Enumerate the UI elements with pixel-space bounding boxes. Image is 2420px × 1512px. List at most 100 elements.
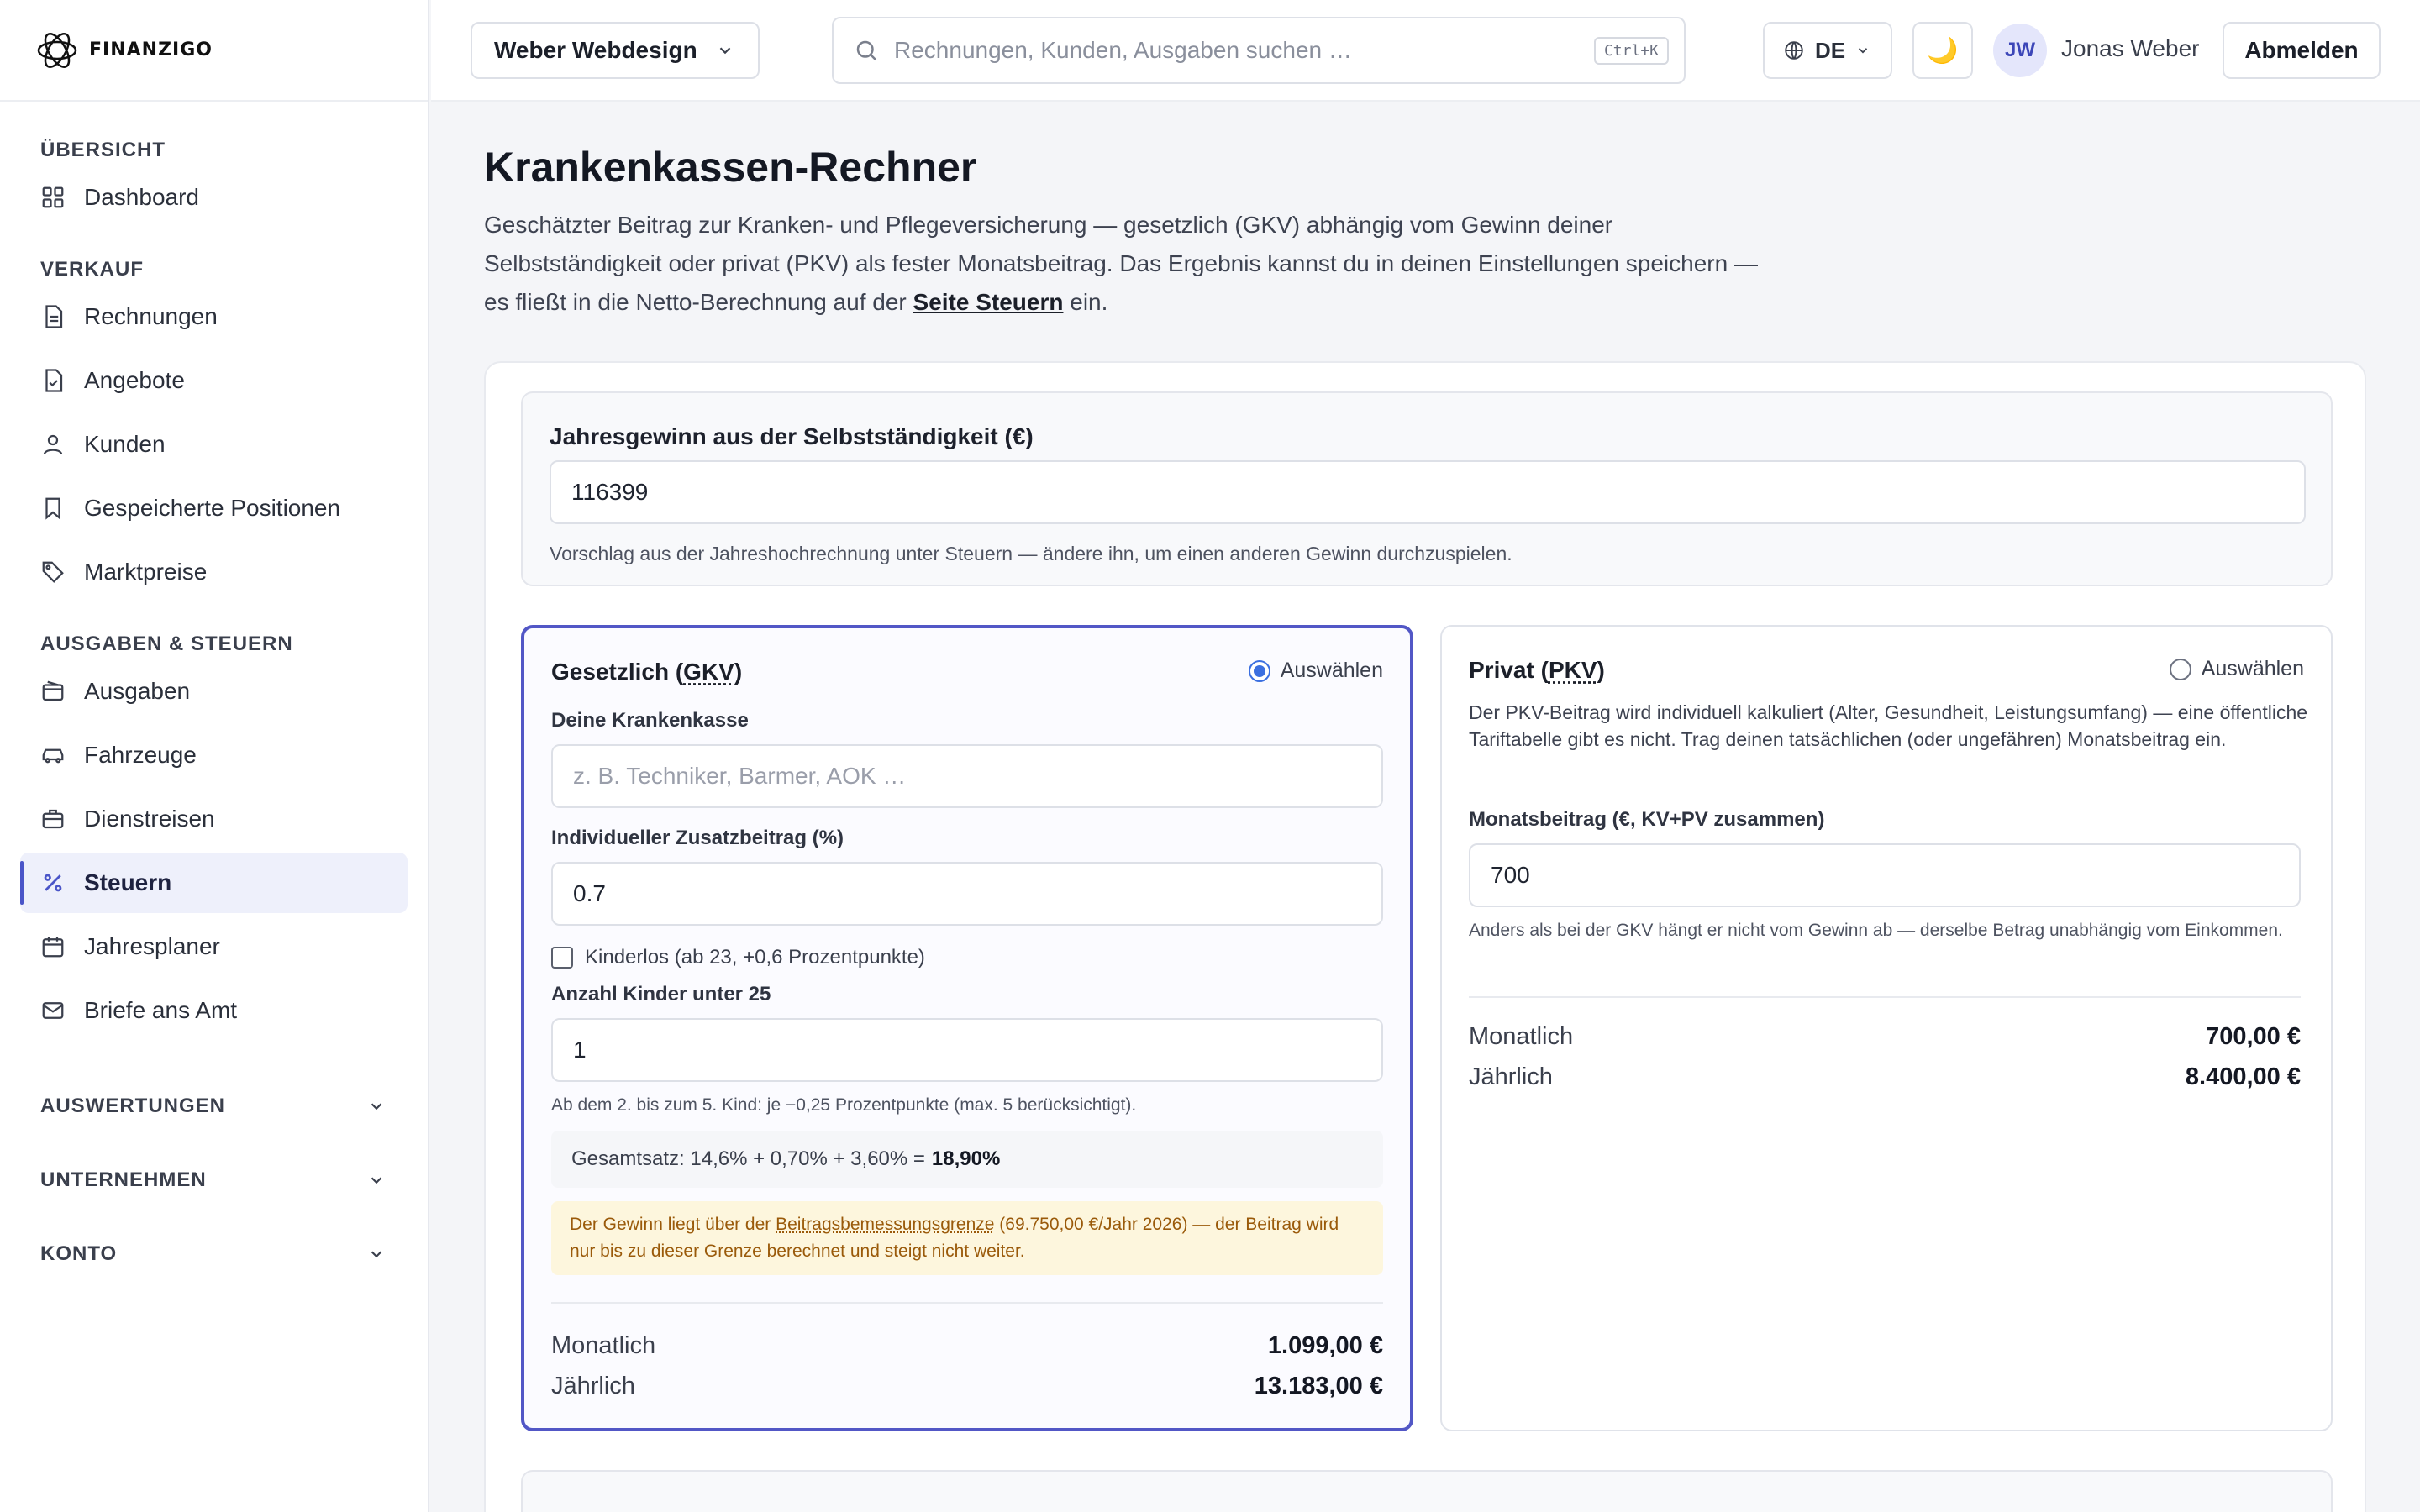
sidebar-item-marktpreise[interactable]: Marktpreise xyxy=(20,542,408,602)
nav-group-label: KONTO xyxy=(40,1242,118,1265)
profit-hint: Vorschlag aus der Jahreshochrechnung unt… xyxy=(550,543,1512,564)
sidebar-item-dashboard[interactable]: Dashboard xyxy=(20,167,408,228)
radio-unselected[interactable] xyxy=(2169,658,2191,680)
profit-label: Jahresgewinn aus der Selbstständigkeit (… xyxy=(550,423,1034,449)
pkv-amount-label: Monatsbeitrag (€, KV+PV zusammen) xyxy=(1469,808,1825,831)
pkv-select-radio[interactable]: Auswählen xyxy=(2169,657,2304,681)
company-select[interactable]: Weber Webdesign xyxy=(471,22,760,79)
sidebar-item-dienstreisen[interactable]: Dienstreisen xyxy=(20,789,408,849)
comparison-summary xyxy=(521,1470,2333,1512)
sidebar-item-ausgaben[interactable]: Ausgaben xyxy=(20,661,408,722)
sidebar-item-jahresplaner[interactable]: Jahresplaner xyxy=(20,916,408,977)
pkv-monthly-value: 700,00 € xyxy=(2206,1023,2301,1050)
topbar: Weber Webdesign Ctrl+K DE 🌙 JW Jonas Web… xyxy=(431,0,2420,102)
contribution-cap-term[interactable]: Beitragsbemessungsgrenze xyxy=(776,1215,994,1234)
search-input[interactable] xyxy=(894,37,1594,64)
wallet-icon xyxy=(42,680,64,701)
tag-icon xyxy=(42,561,64,583)
sidebar-item-label: Marktpreise xyxy=(84,559,208,585)
moon-icon: 🌙 xyxy=(1927,36,1959,65)
avatar[interactable]: JW xyxy=(1993,24,2047,77)
search-box[interactable]: Ctrl+K xyxy=(832,17,1686,84)
gkv-yearly-row: Jährlich 13.183,00 € xyxy=(551,1373,1383,1400)
contribution-cap-warning: Der Gewinn liegt über der Beitragsbemess… xyxy=(551,1201,1383,1275)
brand[interactable]: FINANZIGO xyxy=(0,0,428,102)
pkv-yearly-row: Jährlich 8.400,00 € xyxy=(1469,1063,2301,1091)
sidebar-item-label: Kunden xyxy=(84,431,166,457)
chevron-down-icon xyxy=(371,1103,382,1110)
sidebar-item-gespeicherte-positionen[interactable]: Gespeicherte Positionen xyxy=(20,478,408,538)
logout-button[interactable]: Abmelden xyxy=(2223,22,2381,79)
pkv-panel[interactable]: Privat (PKV) Auswählen Der PKV-Beitrag w… xyxy=(1440,625,2333,1431)
description-text: Geschätzter Beitrag zur Kranken- und Pfl… xyxy=(484,212,1758,315)
insurer-input[interactable]: z. B. Techniker, Barmer, AOK … xyxy=(551,744,1383,808)
nav-group-auswertungen[interactable]: AUSWERTUNGEN xyxy=(0,1069,428,1143)
bookmark-icon xyxy=(45,497,60,520)
document-icon xyxy=(45,305,63,328)
page-title: Krankenkassen-Rechner xyxy=(484,144,977,191)
radio-label: Auswählen xyxy=(2201,657,2304,680)
monthly-label: Monatlich xyxy=(551,1332,656,1359)
pkv-amount-input[interactable]: 700 xyxy=(1469,843,2301,907)
sidebar-item-fahrzeuge[interactable]: Fahrzeuge xyxy=(20,725,408,785)
sidebar-item-angebote[interactable]: Angebote xyxy=(20,350,408,411)
steuern-page-link[interactable]: Seite Steuern xyxy=(913,289,1064,315)
sidebar-item-briefe-ans-amt[interactable]: Briefe ans Amt xyxy=(20,980,408,1041)
sidebar-item-label: Dashboard xyxy=(84,184,199,210)
radio-selected[interactable] xyxy=(1248,659,1270,682)
user-name: Jonas Weber xyxy=(2061,35,2200,61)
sidebar-nav: ÜBERSICHT Dashboard VERKAUF Rechnungen A… xyxy=(0,102,428,1291)
pkv-title-suffix: ) xyxy=(1597,657,1605,683)
pkv-yearly-value: 8.400,00 € xyxy=(2185,1063,2301,1090)
sidebar-item-steuern[interactable]: Steuern xyxy=(20,853,408,913)
pkv-amount-hint: Anders als bei der GKV hängt er nicht vo… xyxy=(1469,921,2283,940)
gkv-monthly-value: 1.099,00 € xyxy=(1267,1332,1383,1359)
sidebar-item-rechnungen[interactable]: Rechnungen xyxy=(20,286,408,347)
gkv-title-prefix: Gesetzlich ( xyxy=(551,659,684,685)
divider xyxy=(1469,996,2301,998)
car-icon xyxy=(42,748,64,764)
company-name: Weber Webdesign xyxy=(494,37,697,63)
sidebar-item-label: Dienstreisen xyxy=(84,806,215,832)
globe-icon xyxy=(1785,41,1803,60)
document-check-icon xyxy=(45,369,63,392)
sidebar: FINANZIGO ÜBERSICHT Dashboard VERKAUF Re… xyxy=(0,0,429,1512)
theme-toggle-button[interactable]: 🌙 xyxy=(1912,22,1973,79)
sidebar-item-kunden[interactable]: Kunden xyxy=(20,414,408,475)
gkv-select-radio[interactable]: Auswählen xyxy=(1248,659,1383,683)
extra-contribution-label: Individueller Zusatzbeitrag (%) xyxy=(551,827,844,849)
brand-name: FINANZIGO xyxy=(89,39,213,60)
gkv-panel[interactable]: Gesetzlich (GKV) Auswählen Deine Kranken… xyxy=(521,625,1413,1431)
total-rate-text: Gesamtsatz: 14,6% + 0,70% + 3,60% = xyxy=(571,1147,925,1170)
pkv-description: Der PKV-Beitrag wird individuell kalkuli… xyxy=(1469,701,2308,750)
description-text-end: ein. xyxy=(1063,289,1108,315)
logo-icon xyxy=(37,32,77,68)
extra-contribution-input[interactable]: 0.7 xyxy=(551,862,1383,926)
percent-icon xyxy=(44,874,62,892)
sidebar-item-label: Steuern xyxy=(84,869,172,895)
gkv-title: Gesetzlich (GKV) xyxy=(551,659,742,685)
nav-section-verkauf: VERKAUF xyxy=(40,258,145,281)
profit-section: Jahresgewinn aus der Selbstständigkeit (… xyxy=(521,391,2333,586)
children-hint: Ab dem 2. bis zum 5. Kind: je −0,25 Proz… xyxy=(551,1095,1137,1115)
nav-group-konto[interactable]: KONTO xyxy=(0,1217,428,1291)
childless-checkbox-row[interactable]: Kinderlos (ab 23, +0,6 Prozentpunkte) xyxy=(551,946,925,969)
radio-label: Auswählen xyxy=(1280,659,1383,682)
total-rate: Gesamtsatz: 14,6% + 0,70% + 3,60% = 18,90… xyxy=(551,1131,1383,1188)
nav-group-unternehmen[interactable]: UNTERNEHMEN xyxy=(0,1143,428,1217)
profit-input[interactable]: 116399 xyxy=(550,460,2306,524)
search-shortcut: Ctrl+K xyxy=(1593,36,1669,65)
gkv-title-suffix: ) xyxy=(734,659,743,685)
language-select[interactable]: DE xyxy=(1763,22,1892,79)
pkv-abbr: PKV xyxy=(1548,657,1597,683)
calendar-icon xyxy=(42,937,64,958)
childless-checkbox[interactable] xyxy=(551,947,573,969)
children-input[interactable]: 1 xyxy=(551,1018,1383,1082)
sidebar-item-label: Fahrzeuge xyxy=(84,742,197,768)
sidebar-item-label: Briefe ans Amt xyxy=(84,997,238,1023)
nav-section-uebersicht: ÜBERSICHT xyxy=(40,139,166,161)
chevron-down-icon xyxy=(371,1177,382,1184)
sidebar-item-label: Angebote xyxy=(84,367,185,393)
mail-icon xyxy=(42,1002,64,1019)
gkv-monthly-row: Monatlich 1.099,00 € xyxy=(551,1332,1383,1360)
